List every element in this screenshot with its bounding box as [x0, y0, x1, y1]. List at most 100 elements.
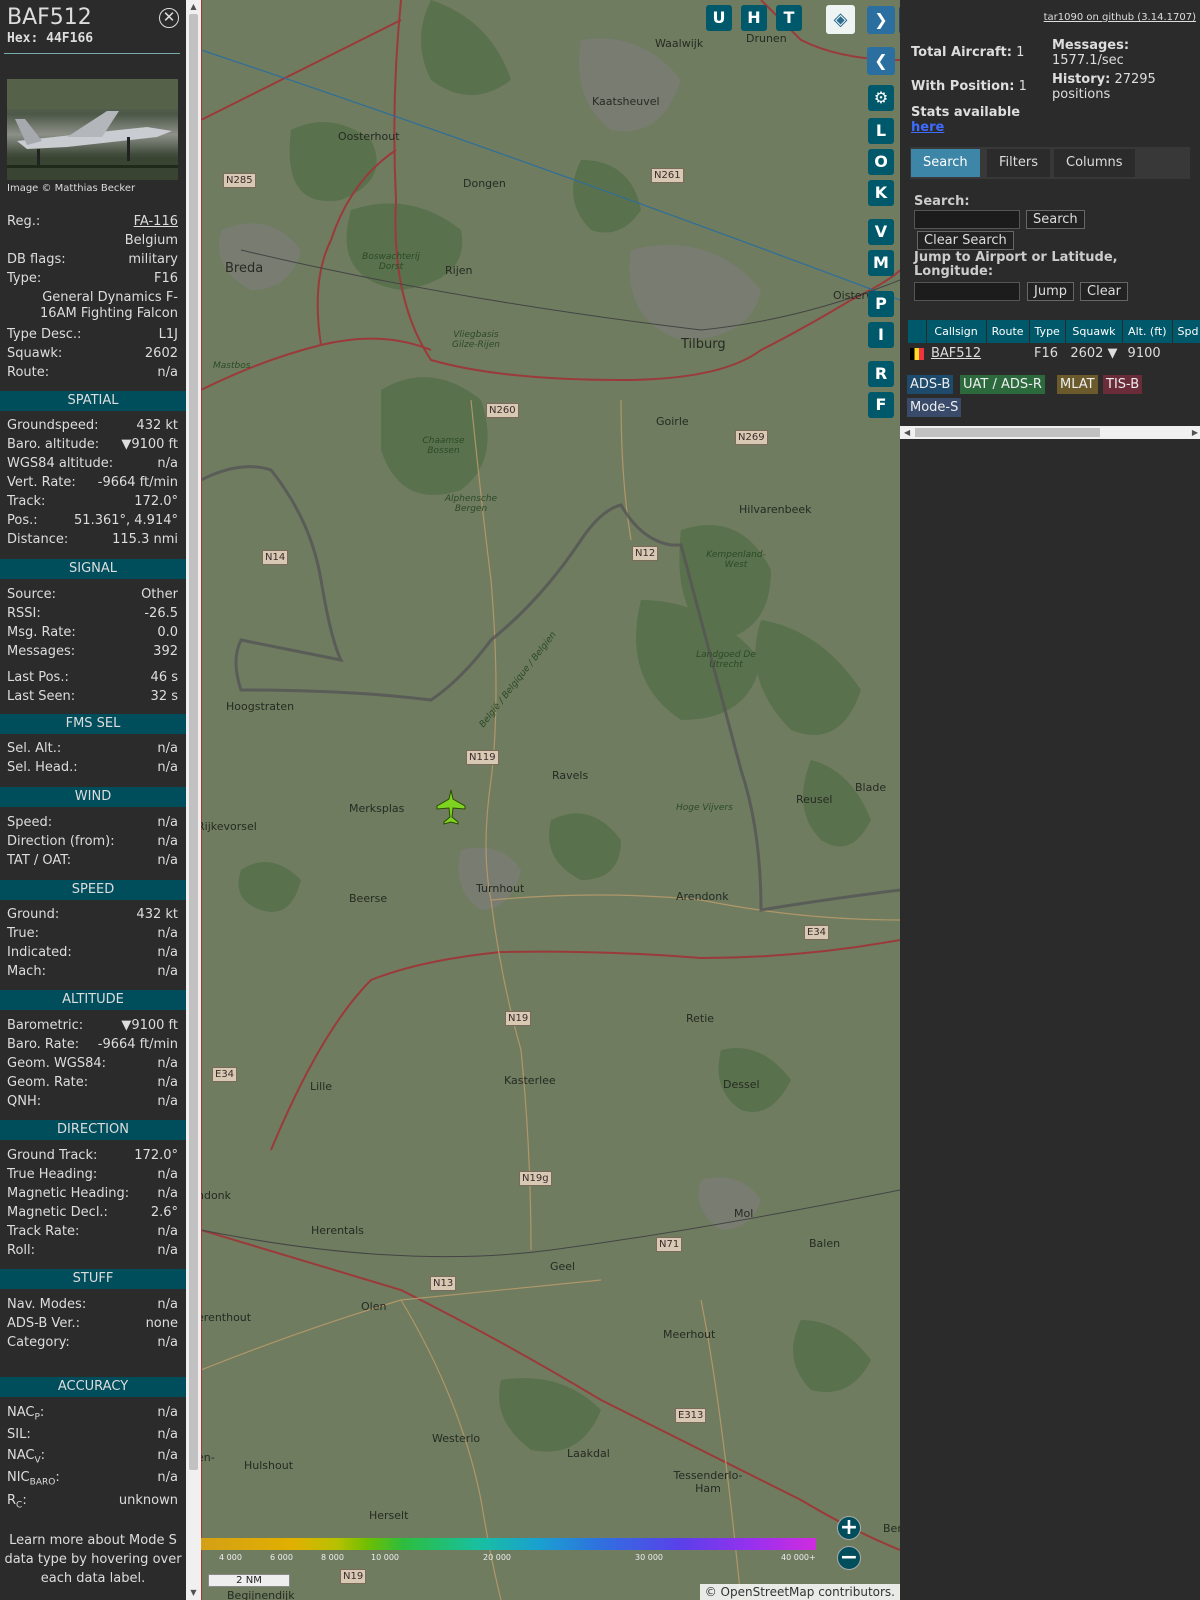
- category-row: Category: n/a: [7, 1335, 178, 1354]
- road-label: N261: [651, 168, 684, 183]
- button-r[interactable]: R: [868, 361, 894, 387]
- col-alt[interactable]: Alt. (ft): [1122, 320, 1173, 343]
- col-spd[interactable]: Spd: [1172, 320, 1200, 343]
- aircraft-marker-icon[interactable]: [436, 789, 466, 825]
- button-m[interactable]: M: [868, 250, 894, 276]
- button-k[interactable]: K: [868, 180, 894, 206]
- zoom-in-icon[interactable]: +: [837, 1516, 861, 1540]
- indicated-value: n/a: [157, 945, 178, 960]
- button-h[interactable]: H: [741, 5, 767, 31]
- history-stat: History: 27295 positions: [1052, 72, 1192, 102]
- alt-scale-label: 20 000: [483, 1553, 511, 1562]
- typedesc-label: Type Desc.:: [7, 327, 82, 342]
- road-label: N285: [223, 173, 256, 188]
- messages-row: Messages: 392: [7, 644, 178, 663]
- github-link[interactable]: tar1090 on github (3.14.1707): [1044, 12, 1196, 23]
- road-label: E34: [212, 1067, 238, 1082]
- col-callsign[interactable]: Callsign: [926, 320, 987, 343]
- label-landgoed: Landgoed De Utrecht: [696, 650, 756, 670]
- stats-here-link[interactable]: here: [911, 120, 944, 135]
- attribution-text: contributors.: [818, 1585, 895, 1599]
- label-alphensche-bergen: Alphensche Bergen: [444, 494, 498, 514]
- vert-rate-value: -9664 ft/min: [97, 475, 178, 490]
- true-speed-value: n/a: [157, 926, 178, 941]
- tab-columns[interactable]: Columns: [1054, 149, 1135, 177]
- wind-dir-row: Direction (from): n/a: [7, 834, 178, 853]
- col-squawk[interactable]: Squawk: [1065, 320, 1124, 343]
- scroll-down-icon[interactable]: ▼: [186, 1586, 201, 1600]
- total-aircraft-value: 1: [1016, 45, 1025, 60]
- nav-modes-value: n/a: [157, 1297, 178, 1312]
- nacv-row: NACV: n/a: [7, 1448, 178, 1467]
- place-ravels: Ravels: [552, 769, 589, 782]
- chevron-right-icon[interactable]: ❯: [867, 6, 895, 34]
- info-panel-scrollbar[interactable]: ▲ ▼: [186, 0, 201, 1600]
- barometric-row: Barometric: ▼9100 ft: [7, 1018, 178, 1037]
- gear-icon[interactable]: ⚙: [868, 85, 894, 111]
- adsb-ver-label: ADS-B Ver.:: [7, 1316, 80, 1331]
- jump-button[interactable]: Jump: [1027, 282, 1074, 301]
- scroll-right-icon[interactable]: ▶: [1192, 426, 1198, 439]
- zoom-out-icon[interactable]: −: [837, 1546, 861, 1570]
- close-icon[interactable]: ✕: [159, 8, 179, 28]
- stats-label: Stats available: [911, 105, 1021, 120]
- clear-search-button[interactable]: Clear Search: [917, 231, 1014, 250]
- layers-icon[interactable]: ◈: [826, 5, 855, 34]
- scroll-left-icon[interactable]: ◀: [904, 426, 910, 439]
- nacp-label: NACP:: [7, 1405, 45, 1423]
- country-value: Belgium: [124, 233, 178, 248]
- type-row: Type: F16: [7, 271, 178, 290]
- col-route[interactable]: Route: [986, 320, 1030, 343]
- groundspeed-label: Groundspeed:: [7, 418, 99, 433]
- wgs-alt-value: n/a: [157, 456, 178, 471]
- jump-input[interactable]: [914, 282, 1020, 301]
- scrollbar-thumb[interactable]: [189, 14, 198, 1470]
- place-herentals: Herentals: [311, 1224, 364, 1237]
- rc-value: unknown: [118, 1493, 178, 1508]
- place-merksplas: Merksplas: [349, 802, 405, 815]
- reg-link[interactable]: FA-116: [134, 214, 178, 229]
- button-f[interactable]: F: [868, 392, 894, 418]
- map-view[interactable]: Breda Tilburg Oosterhout Dongen Rijen Go…: [201, 0, 900, 1600]
- button-l[interactable]: L: [868, 118, 894, 144]
- table-row[interactable]: BAF512 F16 2602 ▼ 9100: [908, 343, 1200, 364]
- messages-value: 1577.1/sec: [1052, 53, 1124, 68]
- clear-button[interactable]: Clear: [1080, 282, 1128, 301]
- hscroll-thumb[interactable]: [915, 428, 1100, 437]
- type-label: Type:: [7, 271, 42, 286]
- scroll-up-icon[interactable]: ▲: [186, 0, 201, 14]
- section-fms-sel: FMS SEL: [0, 714, 186, 734]
- nic-baro-value: n/a: [157, 1470, 178, 1485]
- row-callsign[interactable]: BAF512: [926, 343, 986, 364]
- section-direction: DIRECTION: [0, 1120, 186, 1140]
- messages-label: Messages:: [7, 644, 76, 659]
- button-u[interactable]: U: [706, 5, 732, 31]
- search-input[interactable]: [914, 210, 1020, 229]
- tab-filters[interactable]: Filters: [987, 149, 1050, 177]
- pos-value: 51.361°, 4.914°: [74, 513, 178, 528]
- last-seen-row: Last Seen: 32 s: [7, 689, 178, 708]
- col-type[interactable]: Type: [1029, 320, 1066, 343]
- button-t[interactable]: T: [776, 5, 802, 31]
- road-label: N71: [656, 1237, 683, 1252]
- aircraft-photo[interactable]: [7, 79, 178, 180]
- table-horizontal-scrollbar[interactable]: ◀ ▶: [900, 426, 1200, 439]
- button-v[interactable]: V: [868, 219, 894, 245]
- reg-row: Reg.: FA-116: [7, 214, 178, 233]
- place-laakdal: Laakdal: [567, 1447, 610, 1460]
- msg-rate-value: 0.0: [157, 625, 178, 640]
- altitude-color-scale: [201, 1538, 816, 1550]
- osm-link[interactable]: OpenStreetMap: [721, 1585, 815, 1599]
- track-rate-row: Track Rate: n/a: [7, 1224, 178, 1243]
- source-label: Source:: [7, 587, 57, 602]
- place-hilvarenbeek: Hilvarenbeek: [739, 503, 812, 516]
- button-o[interactable]: O: [868, 149, 894, 175]
- button-i[interactable]: I: [868, 322, 894, 348]
- section-accuracy: ACCURACY: [0, 1377, 186, 1397]
- button-p[interactable]: P: [868, 291, 894, 317]
- chevron-left-icon[interactable]: ❮: [867, 47, 895, 75]
- qnh-label: QNH:: [7, 1094, 42, 1109]
- search-button[interactable]: Search: [1026, 210, 1085, 229]
- place-breda: Breda: [225, 261, 264, 276]
- tab-search[interactable]: Search: [911, 149, 980, 177]
